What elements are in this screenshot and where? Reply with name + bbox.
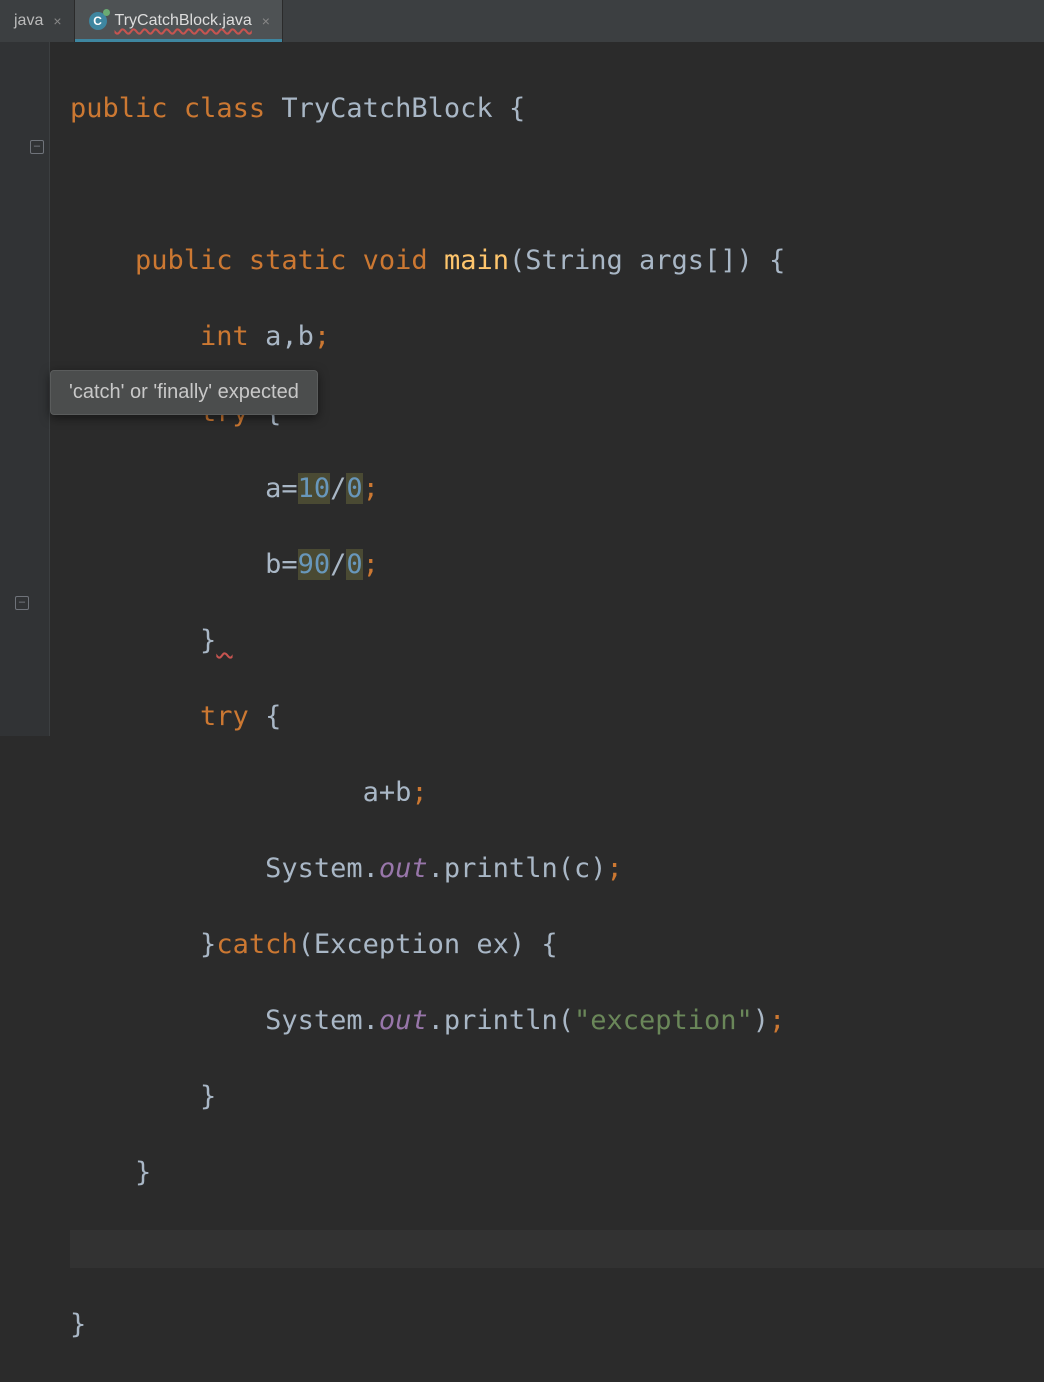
gutter: − − bbox=[0, 42, 50, 736]
tooltip-text: 'catch' or 'finally' expected bbox=[69, 381, 299, 403]
error-tooltip: 'catch' or 'finally' expected bbox=[50, 370, 318, 415]
tab-label: TryCatchBlock.java bbox=[115, 12, 252, 30]
code-line: public class TryCatchBlock { bbox=[70, 90, 1044, 128]
code-line bbox=[70, 166, 1044, 204]
code-line: System.out.println("exception"); bbox=[70, 1002, 1044, 1040]
code-line: } bbox=[70, 1154, 1044, 1192]
code-line: public static void main(String args[]) { bbox=[70, 242, 1044, 280]
code-line: b=90/0; bbox=[70, 546, 1044, 584]
code-line: try { bbox=[70, 698, 1044, 736]
tab-java[interactable]: java × bbox=[0, 0, 75, 42]
tab-bar: java × C TryCatchBlock.java × bbox=[0, 0, 1044, 42]
tab-trycatchblock[interactable]: C TryCatchBlock.java × bbox=[75, 0, 283, 42]
code-line: } bbox=[70, 1306, 1044, 1344]
code-line: a+b; bbox=[70, 774, 1044, 812]
fold-minus-icon[interactable]: − bbox=[30, 140, 44, 154]
code-line: } bbox=[70, 1078, 1044, 1116]
code-line-current bbox=[70, 1230, 1044, 1268]
class-file-icon: C bbox=[89, 12, 107, 30]
tab-label: java bbox=[14, 12, 43, 30]
error-underline bbox=[216, 625, 232, 656]
close-icon[interactable]: × bbox=[260, 13, 272, 29]
code-line: int a,b; bbox=[70, 318, 1044, 356]
code-line: a=10/0; bbox=[70, 470, 1044, 508]
close-icon[interactable]: × bbox=[51, 13, 63, 29]
code-line: System.out.println(c); bbox=[70, 850, 1044, 888]
code-line: } bbox=[70, 622, 1044, 660]
fold-minus-icon[interactable]: − bbox=[15, 596, 29, 610]
code-line: }catch(Exception ex) { bbox=[70, 926, 1044, 964]
